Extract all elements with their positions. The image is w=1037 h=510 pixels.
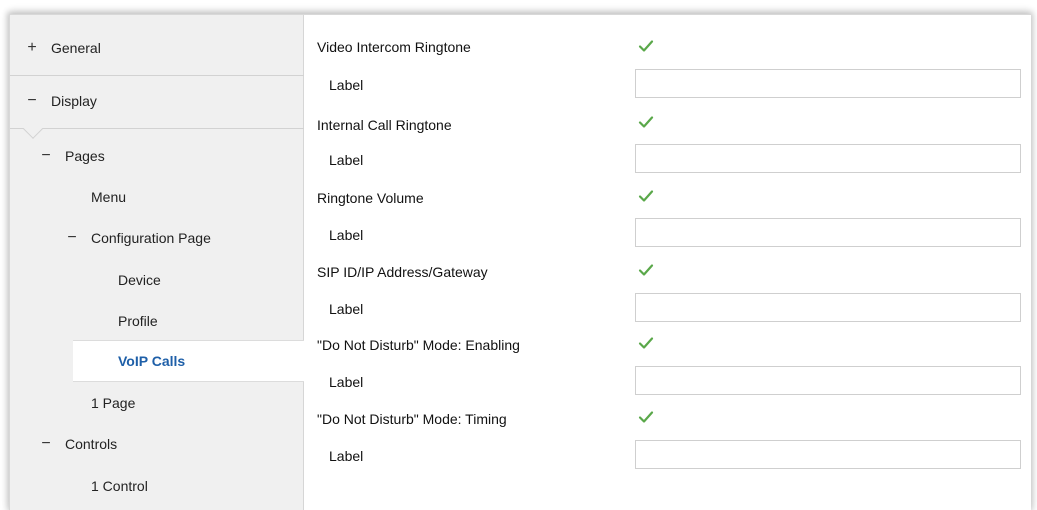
param-title: SIP ID/IP Address/Gateway — [317, 264, 488, 280]
label-input[interactable] — [635, 69, 1021, 98]
sidebar-item-label: Controls — [65, 436, 118, 452]
param-title: Ringtone Volume — [317, 190, 424, 206]
expand-icon[interactable]: + — [25, 39, 39, 57]
sidebar-item-1-page[interactable]: 1 Page — [10, 383, 304, 423]
sidebar-item-pages[interactable]: − Pages — [10, 136, 304, 176]
sidebar-item-label: 1 Page — [91, 395, 136, 411]
checkmark-icon[interactable] — [637, 261, 655, 279]
sidebar-item-menu[interactable]: Menu — [10, 177, 304, 217]
sidebar-item-device[interactable]: Device — [10, 260, 304, 300]
collapse-icon[interactable]: − — [65, 229, 79, 247]
checkmark-icon[interactable] — [637, 187, 655, 205]
sidebar-item-display[interactable]: − Display — [10, 81, 304, 121]
sidebar-item-label: Display — [51, 93, 97, 109]
collapse-icon[interactable]: − — [25, 92, 39, 110]
param-title: "Do Not Disturb" Mode: Enabling — [317, 337, 520, 353]
sidebar-item-label: VoIP Calls — [118, 353, 186, 369]
sidebar-item-profile[interactable]: Profile — [10, 301, 304, 341]
label-caption: Label — [329, 301, 364, 317]
sidebar-item-label: 1 Control — [91, 478, 148, 494]
label-input[interactable] — [635, 144, 1021, 173]
label-input[interactable] — [635, 293, 1021, 322]
sidebar-item-configuration-page[interactable]: − Configuration Page — [10, 218, 304, 258]
parameters-window: + General − Display − Pages Menu − Confi… — [9, 14, 1031, 510]
param-title: Internal Call Ringtone — [317, 117, 452, 133]
label-input[interactable] — [635, 440, 1021, 469]
label-caption: Label — [329, 77, 364, 93]
label-caption: Label — [329, 227, 364, 243]
sidebar-item-general[interactable]: + General — [10, 28, 304, 68]
label-caption: Label — [329, 374, 364, 390]
sidebar-item-1-control[interactable]: 1 Control — [10, 466, 304, 506]
checkmark-icon[interactable] — [637, 334, 655, 352]
sidebar-tree: + General − Display − Pages Menu − Confi… — [10, 15, 304, 510]
divider — [10, 128, 304, 129]
param-title: "Do Not Disturb" Mode: Timing — [317, 411, 507, 427]
sidebar-item-label: Menu — [91, 189, 127, 205]
divider — [10, 75, 304, 76]
sidebar-item-voip-calls[interactable]: VoIP Calls — [73, 340, 313, 382]
checkmark-icon[interactable] — [637, 37, 655, 55]
sidebar-item-label: Configuration Page — [91, 230, 211, 246]
checkmark-icon[interactable] — [637, 113, 655, 131]
collapse-icon[interactable]: − — [39, 435, 53, 453]
sidebar-item-label: Device — [118, 272, 161, 288]
sidebar-item-label: General — [51, 40, 101, 56]
label-input[interactable] — [635, 218, 1021, 247]
label-input[interactable] — [635, 366, 1021, 395]
sidebar-item-label: Pages — [65, 148, 105, 164]
label-caption: Label — [329, 448, 364, 464]
sidebar-item-label: Profile — [118, 313, 158, 329]
checkmark-icon[interactable] — [637, 408, 655, 426]
label-caption: Label — [329, 152, 364, 168]
collapse-icon[interactable]: − — [39, 147, 53, 165]
sidebar-item-controls[interactable]: − Controls — [10, 424, 304, 464]
parameters-panel: Video Intercom Ringtone Label Internal C… — [304, 15, 1031, 510]
param-title: Video Intercom Ringtone — [317, 39, 471, 55]
